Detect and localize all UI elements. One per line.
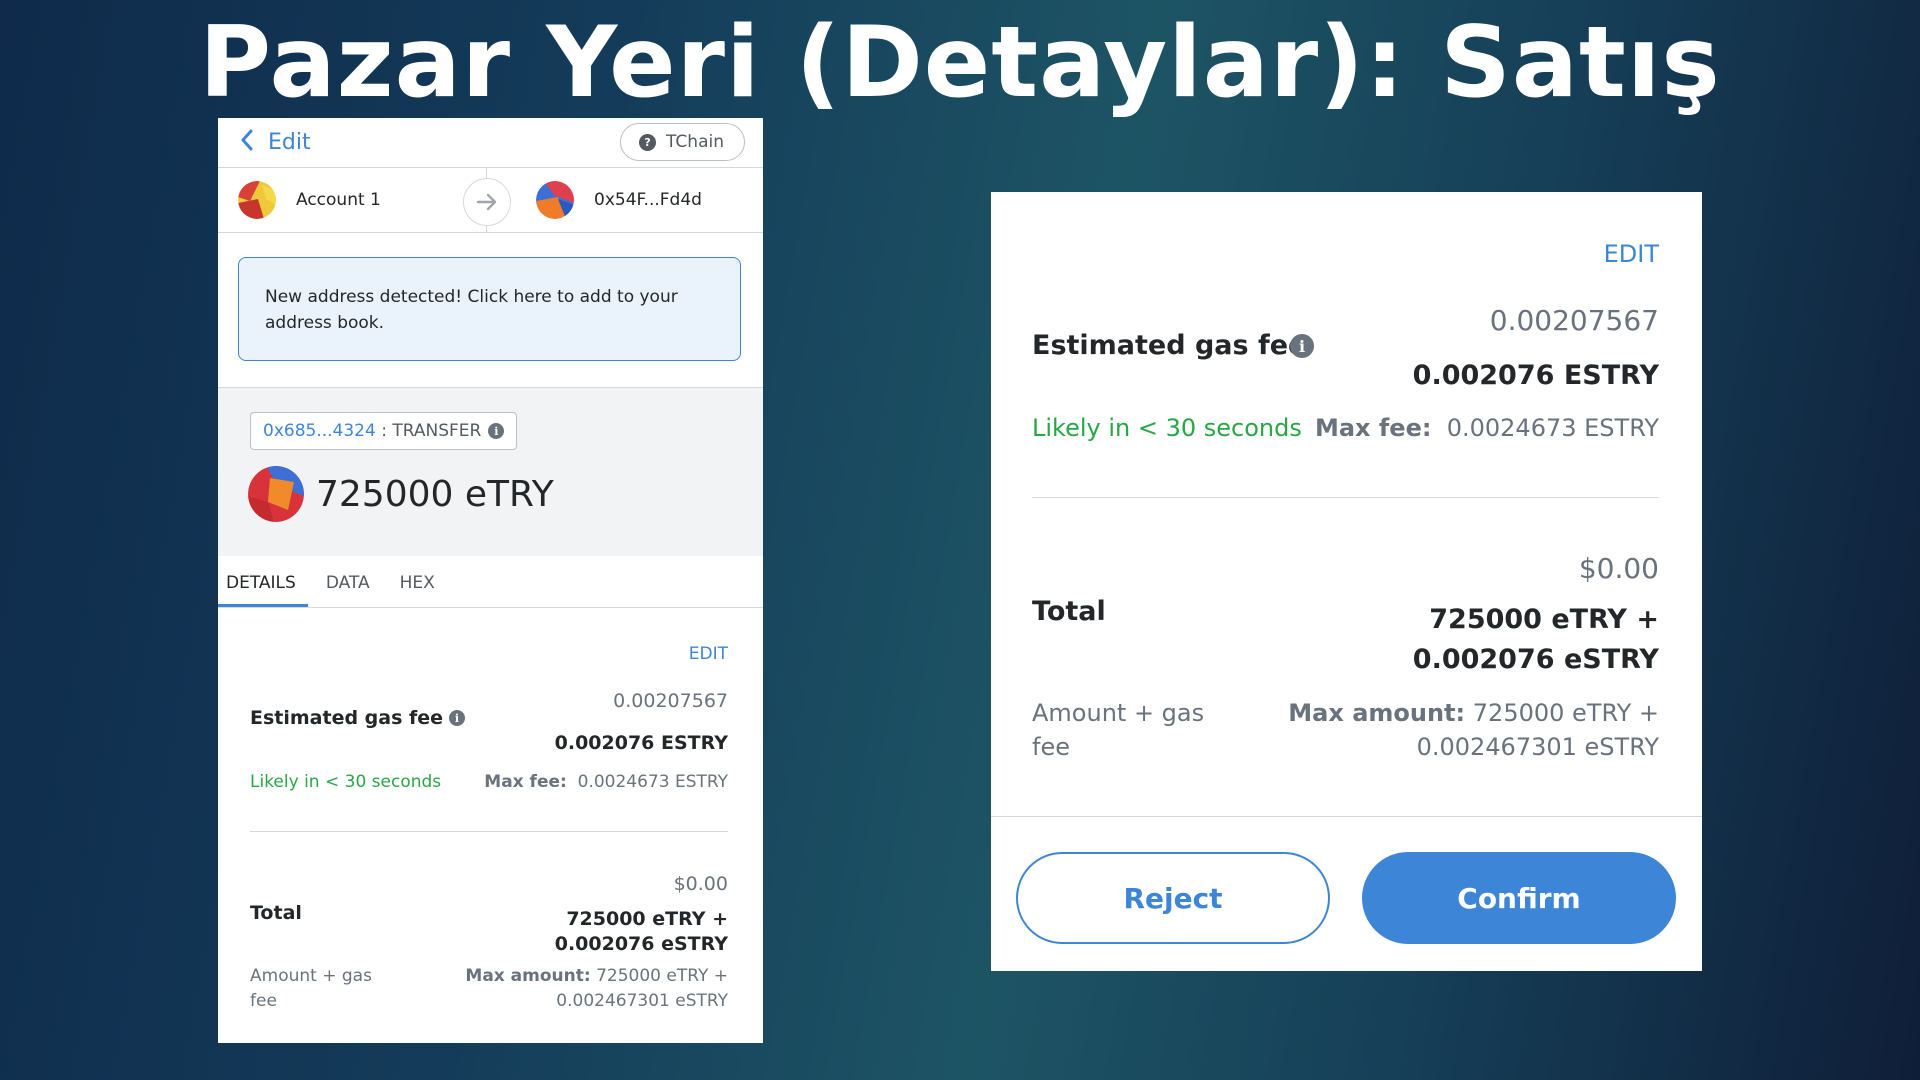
recipient-address: 0x54F...Fd4d — [594, 190, 702, 210]
transaction-summary: 0x685...4324 : TRANSFER i 725000 eTRY — [218, 388, 763, 556]
tab-details[interactable]: DETAILS — [218, 573, 308, 607]
tab-data[interactable]: DATA — [318, 573, 382, 607]
recipient-identicon — [536, 181, 574, 219]
info-icon[interactable]: i — [488, 423, 505, 439]
tab-hex[interactable]: HEX — [392, 573, 447, 607]
max-amount-line-2: 0.002467301 eSTRY — [556, 991, 728, 1011]
reject-button[interactable]: Reject — [1016, 852, 1330, 944]
tab-bar: DETAILS DATA HEX — [218, 556, 763, 608]
gas-speed-estimate: Likely in < 30 seconds — [1032, 414, 1302, 442]
amount-gas-label: Amount + gas — [1032, 699, 1205, 727]
slide-title: Pazar Yeri (Detaylar): Satış — [199, 6, 1721, 120]
gas-fee-value: 0.002076 ESTRY — [554, 732, 728, 754]
zoomed-details-panel: EDIT 0.00207567 Estimated gas fee i 0.00… — [991, 192, 1702, 971]
total-fiat: $0.00 — [1578, 552, 1659, 585]
edit-gas-link[interactable]: EDIT — [1604, 240, 1659, 268]
gas-fee-fiat: 0.00207567 — [1489, 304, 1659, 337]
to-account[interactable]: 0x54F...Fd4d — [536, 181, 702, 219]
network-selector[interactable]: ? TChain — [620, 123, 745, 161]
total-line-2: 0.002076 eSTRY — [554, 933, 728, 955]
max-fee: Max fee: 0.0024673 ESTRY — [484, 772, 728, 792]
info-icon[interactable]: i — [449, 710, 465, 726]
edit-gas-link[interactable]: EDIT — [689, 644, 728, 664]
header: Edit ? TChain — [218, 118, 763, 168]
info-icon[interactable]: i — [1290, 334, 1314, 358]
amount-gas-label-2: fee — [1032, 733, 1070, 761]
notice-container: New address detected! Click here to add … — [218, 233, 763, 388]
amount-row: 725000 eTRY — [248, 466, 763, 522]
total-line-1: 725000 eTRY + — [566, 908, 728, 930]
confirm-button[interactable]: Confirm — [1362, 852, 1676, 944]
method-name: TRANSFER — [392, 421, 482, 441]
gas-fee-label: Estimated gas fee — [250, 707, 444, 729]
contract-address-link[interactable]: 0x685...4324 — [263, 421, 376, 441]
chevron-left-icon[interactable] — [240, 129, 254, 156]
divider — [1032, 497, 1659, 498]
gas-fee-value: 0.002076 ESTRY — [1412, 360, 1659, 391]
max-fee-value: 0.0024673 ESTRY — [1446, 414, 1659, 442]
new-address-notice[interactable]: New address detected! Click here to add … — [238, 257, 741, 361]
max-amount-label: Max amount: — [1288, 699, 1466, 727]
from-account[interactable]: Account 1 — [238, 181, 381, 219]
max-fee-value: 0.0024673 ESTRY — [577, 772, 728, 792]
max-amount: Max amount: 725000 eTRY + — [1288, 699, 1659, 727]
max-fee-label: Max fee: — [484, 772, 567, 792]
method-badge: 0x685...4324 : TRANSFER i — [250, 412, 518, 450]
max-fee: Max fee: 0.0024673 ESTRY — [1315, 414, 1659, 442]
transfer-amount: 725000 eTRY — [316, 473, 554, 515]
divider — [991, 816, 1702, 817]
max-amount: Max amount: 725000 eTRY + — [465, 966, 728, 986]
total-label: Total — [250, 902, 302, 924]
max-amount-line-1: 725000 eTRY + — [596, 966, 728, 986]
total-fiat: $0.00 — [673, 873, 728, 895]
question-icon: ? — [639, 133, 657, 151]
amount-gas-label-2: fee — [250, 991, 277, 1011]
method-separator: : — [375, 421, 393, 441]
arrow-right-icon — [463, 178, 511, 226]
token-identicon — [248, 466, 304, 522]
network-name: TChain — [666, 132, 724, 152]
details-section: EDIT 0.00207567 Estimated gas fee i 0.00… — [218, 608, 763, 1043]
total-line-2: 0.002076 eSTRY — [1412, 644, 1659, 675]
total-label: Total — [1032, 596, 1106, 627]
divider — [250, 831, 728, 832]
max-fee-label: Max fee: — [1314, 414, 1432, 442]
gas-fee-fiat: 0.00207567 — [613, 690, 728, 712]
amount-gas-label: Amount + gas — [250, 966, 372, 986]
account-bar: Account 1 0x54F...Fd4d — [218, 168, 763, 233]
transaction-confirmation-panel: Edit ? TChain Account 1 0x54F...Fd4d New… — [218, 118, 763, 1043]
max-amount-line-1: 725000 eTRY + — [1472, 699, 1659, 727]
max-amount-label: Max amount: — [465, 966, 591, 986]
edit-link[interactable]: Edit — [268, 130, 311, 155]
gas-fee-label: Estimated gas fee — [1032, 330, 1307, 361]
account-identicon — [238, 181, 276, 219]
gas-speed-estimate: Likely in < 30 seconds — [250, 772, 442, 792]
max-amount-line-2: 0.002467301 eSTRY — [1416, 733, 1659, 761]
from-account-name: Account 1 — [296, 190, 381, 210]
total-line-1: 725000 eTRY + — [1429, 604, 1659, 635]
